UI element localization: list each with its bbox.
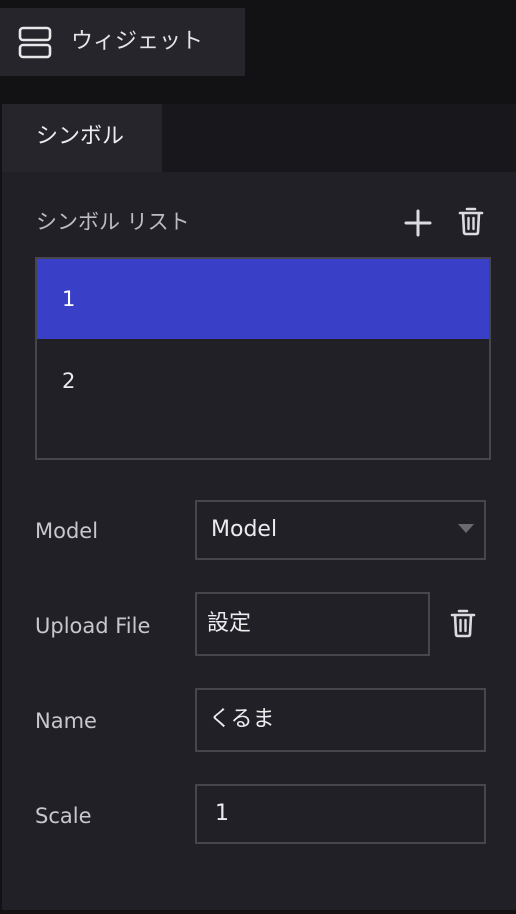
delete-symbol-button[interactable]	[456, 205, 486, 237]
tab-symbol[interactable]: シンボル	[2, 104, 162, 172]
name-input-value: くるま	[209, 707, 275, 732]
plus-icon	[404, 209, 432, 237]
model-select-value: Model	[211, 517, 278, 542]
model-label: Model	[35, 519, 99, 543]
symbol-list[interactable]: 1 2	[35, 257, 491, 460]
widget-layout-icon	[18, 26, 52, 59]
scale-input-value: 1	[215, 801, 229, 826]
delete-file-button[interactable]	[448, 607, 478, 639]
header-empty-area	[245, 8, 516, 76]
chevron-down-icon	[458, 524, 474, 533]
upload-file-field[interactable]: 設定	[195, 592, 430, 656]
tab-bar-empty	[162, 104, 516, 172]
symbol-list-item-2[interactable]: 2	[37, 341, 489, 421]
add-symbol-button[interactable]	[403, 208, 433, 238]
scale-input[interactable]: 1	[195, 784, 486, 844]
trash-icon	[458, 207, 484, 236]
model-select[interactable]: Model	[195, 500, 486, 560]
symbol-list-item-1[interactable]: 1	[37, 259, 489, 339]
symbol-panel: シンボル シンボル リスト 1 2 Model Model Upload Fil…	[2, 104, 516, 910]
trash-icon	[450, 609, 476, 638]
scale-label: Scale	[35, 804, 92, 828]
name-input[interactable]: くるま	[195, 688, 486, 752]
widget-header-tab[interactable]: ウィジェット	[0, 8, 245, 76]
upload-file-label: Upload File	[35, 614, 151, 638]
symbol-list-title: シンボル リスト	[36, 210, 190, 234]
upload-file-value: 設定	[207, 611, 252, 636]
tab-symbol-label: シンボル	[36, 124, 125, 149]
widget-title: ウィジェット	[71, 29, 204, 54]
name-label: Name	[35, 709, 97, 733]
app-frame: ウィジェット シンボル シンボル リスト 1 2 Model Model Upl…	[0, 0, 516, 914]
